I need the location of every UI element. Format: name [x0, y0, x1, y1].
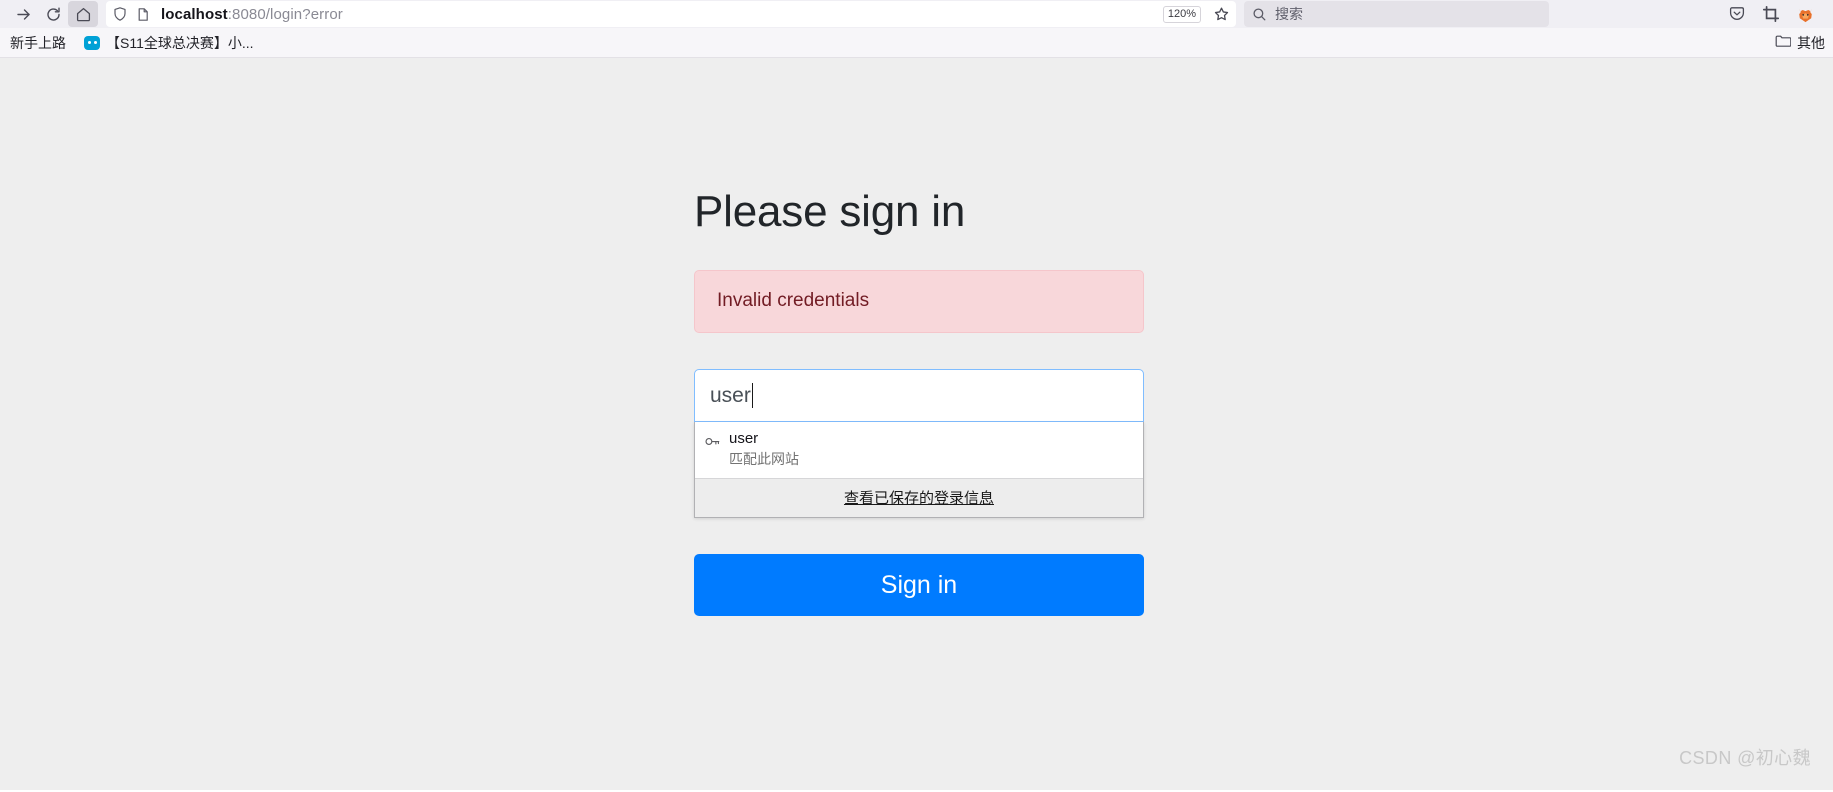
search-placeholder: 搜索 — [1275, 6, 1303, 22]
shield-icon[interactable] — [112, 6, 128, 22]
screenshot-crop-icon[interactable] — [1762, 5, 1780, 23]
key-icon — [705, 434, 720, 452]
username-input-value: user — [710, 383, 751, 407]
home-icon — [75, 6, 92, 23]
forward-button[interactable] — [8, 1, 38, 27]
autocomplete-item-subtitle: 匹配此网站 — [729, 451, 799, 468]
error-alert-message: Invalid credentials — [717, 290, 870, 312]
url-text: localhost:8080/login?error — [159, 6, 1155, 23]
bookmarks-bar: 新手上路 【S11全球总决赛】小... 其他 — [0, 28, 1833, 58]
signin-button[interactable]: Sign in — [694, 554, 1144, 617]
page-content: Please sign in Invalid credentials user — [0, 58, 1833, 790]
reload-button[interactable] — [38, 1, 68, 27]
page-document-icon[interactable] — [136, 7, 151, 22]
browser-navigation-bar: localhost:8080/login?error 120% 搜索 — [0, 0, 1833, 28]
error-alert: Invalid credentials — [694, 270, 1144, 334]
home-button[interactable] — [68, 1, 98, 27]
autocomplete-item[interactable]: user 匹配此网站 — [695, 422, 1143, 479]
autocomplete-footer[interactable]: 查看已保存的登录信息 — [695, 478, 1143, 518]
signin-button-label: Sign in — [880, 570, 958, 599]
autocomplete-footer-label: 查看已保存的登录信息 — [843, 490, 994, 508]
url-host: localhost — [161, 5, 228, 23]
username-field-wrapper: user user 匹配此网站 查看已保存的登录信息 — [694, 369, 1144, 519]
bookmark-item-0[interactable]: 新手上路 — [8, 31, 68, 55]
folder-icon — [1775, 34, 1792, 51]
bookmark-other-label: 其他 — [1797, 34, 1825, 51]
arrow-right-icon — [15, 6, 32, 23]
autocomplete-item-texts: user 匹配此网站 — [729, 430, 799, 469]
bookmark-label: 【S11全球总决赛】小... — [106, 34, 254, 51]
text-caret — [751, 383, 753, 409]
bilibili-icon — [84, 35, 100, 50]
browser-search-bar[interactable]: 搜索 — [1244, 1, 1549, 27]
page-title: Please sign in — [694, 187, 966, 236]
star-icon[interactable] — [1213, 6, 1230, 23]
signin-form: Please sign in Invalid credentials user — [694, 187, 1144, 617]
search-icon — [1252, 7, 1267, 22]
watermark: CSDN @初心魏 — [1679, 748, 1811, 768]
reload-icon — [45, 6, 62, 23]
address-bar[interactable]: localhost:8080/login?error 120% — [106, 1, 1236, 27]
autocomplete-item-title: user — [729, 430, 759, 448]
bookmark-item-1[interactable]: 【S11全球总决赛】小... — [82, 31, 256, 55]
toolbar-right-icons — [1728, 5, 1825, 24]
pocket-icon[interactable] — [1728, 5, 1746, 23]
username-input[interactable]: user — [694, 369, 1144, 423]
browser-chrome: localhost:8080/login?error 120% 搜索 新手上路 … — [0, 0, 1833, 58]
firefox-account-icon[interactable] — [1796, 5, 1815, 24]
bookmark-other-folder[interactable]: 其他 — [1775, 33, 1825, 53]
url-path: :8080/login?error — [227, 5, 343, 23]
autocomplete-dropdown: user 匹配此网站 查看已保存的登录信息 — [694, 422, 1144, 519]
zoom-level-badge[interactable]: 120% — [1162, 5, 1201, 23]
bookmark-label: 新手上路 — [10, 34, 66, 51]
